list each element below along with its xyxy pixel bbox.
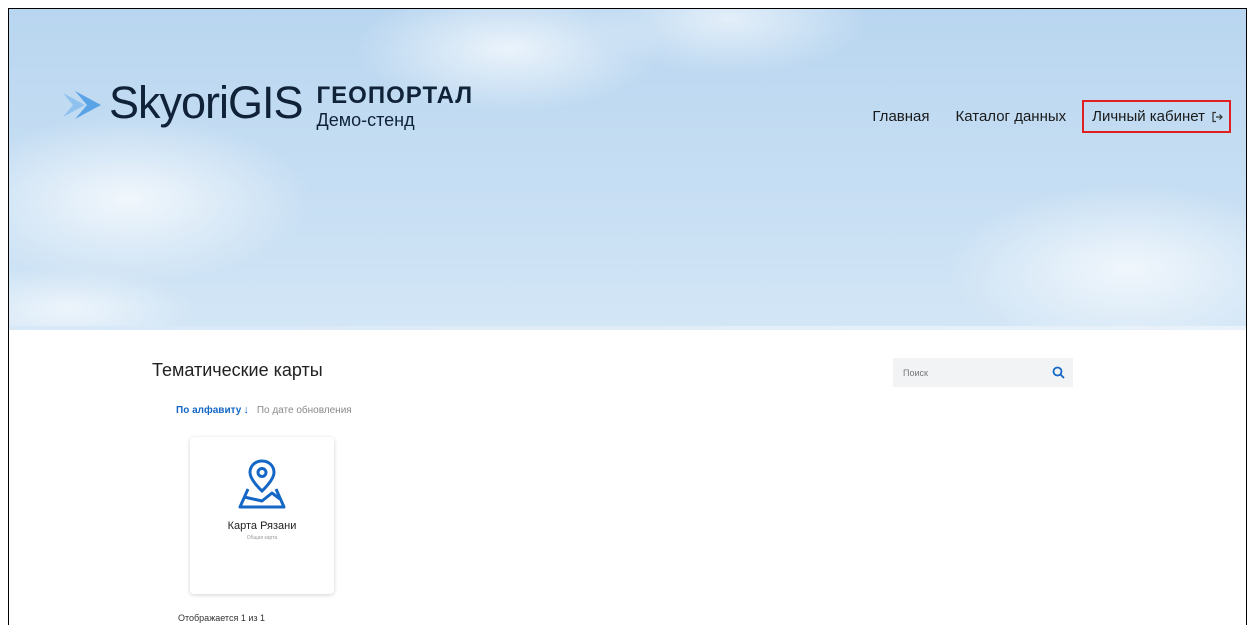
card-title: Карта Рязани — [227, 520, 297, 532]
search-icon[interactable] — [1052, 366, 1065, 379]
sort-by-update-date[interactable]: По дате обновления — [257, 405, 352, 416]
nav-home[interactable]: Главная — [872, 108, 929, 125]
app-frame: SkyoriGIS ГЕОПОРТАЛ Демо-стенд Главная К… — [8, 8, 1247, 625]
nav-personal-cabinet[interactable]: Личный кабинет — [1082, 100, 1231, 133]
nav-personal-cabinet-label: Личный кабинет — [1092, 108, 1205, 125]
nav-catalog[interactable]: Каталог данных — [956, 108, 1067, 125]
search-input[interactable] — [901, 366, 1052, 379]
top-nav: Главная Каталог данных Личный кабинет — [846, 100, 1231, 133]
brand-subtitle: Демо-стенд — [316, 110, 415, 130]
search-box[interactable] — [893, 358, 1073, 387]
sort-bar: По алфавиту ↓ По дате обновления — [176, 404, 352, 416]
login-icon — [1212, 111, 1223, 122]
brand-subtitle-block: ГЕОПОРТАЛ Демо-стенд — [317, 83, 474, 131]
logo[interactable]: SkyoriGIS ГЕОПОРТАЛ Демо-стенд — [61, 79, 473, 131]
map-pin-icon — [238, 459, 286, 509]
card-subtitle: Общая карта — [246, 535, 278, 541]
map-card[interactable]: Карта Рязани Общая карта — [190, 437, 334, 594]
sort-arrow-down-icon[interactable]: ↓ — [243, 404, 249, 416]
brand-product: ГЕОПОРТАЛ — [316, 82, 474, 109]
logo-mark-icon — [63, 91, 101, 119]
sort-alphabetical[interactable]: По алфавиту — [176, 405, 241, 416]
hero-banner: SkyoriGIS ГЕОПОРТАЛ Демо-стенд Главная К… — [9, 9, 1246, 330]
results-count: Отображается 1 из 1 — [178, 613, 265, 623]
brand-name: SkyoriGIS — [109, 77, 304, 128]
section-title: Тематические карты — [152, 360, 323, 380]
